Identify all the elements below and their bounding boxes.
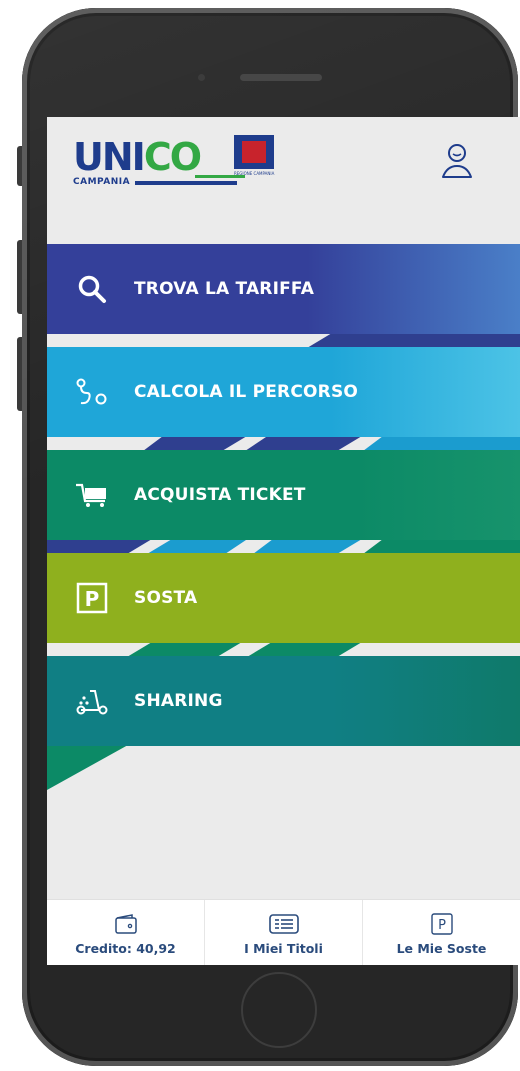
- tab-mie-soste[interactable]: P Le Mie Soste: [363, 900, 520, 965]
- menu-item-label: CALCOLA IL PERCORSO: [134, 382, 359, 402]
- route-icon: [75, 375, 109, 409]
- wallet-icon: [114, 911, 138, 937]
- cart-icon: [75, 478, 109, 512]
- app-screen: UNICO CAMPANIA REGIONE CAMPANIA TROVA LA…: [47, 117, 520, 965]
- bottom-navigation: Credito: 40,92 I Miei Titoli P Le Mie So…: [47, 899, 520, 965]
- home-button[interactable]: [241, 972, 317, 1048]
- parking-icon: P: [430, 911, 453, 937]
- front-camera: [198, 74, 205, 81]
- menu-item-calcola-percorso[interactable]: CALCOLA IL PERCORSO: [47, 347, 520, 437]
- svg-text:P: P: [438, 918, 446, 933]
- regione-campania-logo: REGIONE CAMPANIA: [234, 135, 282, 176]
- parking-icon: P: [75, 581, 109, 615]
- tab-label: I Miei Titoli: [244, 940, 323, 956]
- menu-divider: [47, 740, 137, 790]
- main-menu: TROVA LA TARIFFA CALCOLA IL PERCORSO ACQ…: [47, 244, 520, 790]
- menu-item-label: TROVA LA TARIFFA: [134, 279, 315, 299]
- tab-miei-titoli[interactable]: I Miei Titoli: [205, 900, 363, 965]
- search-icon: [75, 272, 109, 306]
- menu-item-trova-tariffa[interactable]: TROVA LA TARIFFA: [47, 244, 520, 334]
- menu-item-label: ACQUISTA TICKET: [134, 485, 306, 505]
- earpiece-speaker: [240, 74, 322, 81]
- profile-icon[interactable]: [441, 141, 473, 183]
- menu-item-label: SOSTA: [134, 588, 198, 608]
- menu-item-label: SHARING: [134, 691, 223, 711]
- menu-item-sharing[interactable]: SHARING: [47, 656, 520, 746]
- tab-label: Credito: 40,92: [75, 940, 176, 956]
- menu-item-sosta[interactable]: P SOSTA: [47, 553, 520, 643]
- scooter-icon: [75, 684, 109, 718]
- menu-item-acquista-ticket[interactable]: ACQUISTA TICKET: [47, 450, 520, 540]
- app-header: UNICO CAMPANIA REGIONE CAMPANIA: [47, 117, 520, 244]
- tab-credito[interactable]: Credito: 40,92: [47, 900, 205, 965]
- tab-label: Le Mie Soste: [396, 940, 487, 956]
- svg-text:P: P: [85, 587, 100, 611]
- ticket-list-icon: [268, 911, 299, 937]
